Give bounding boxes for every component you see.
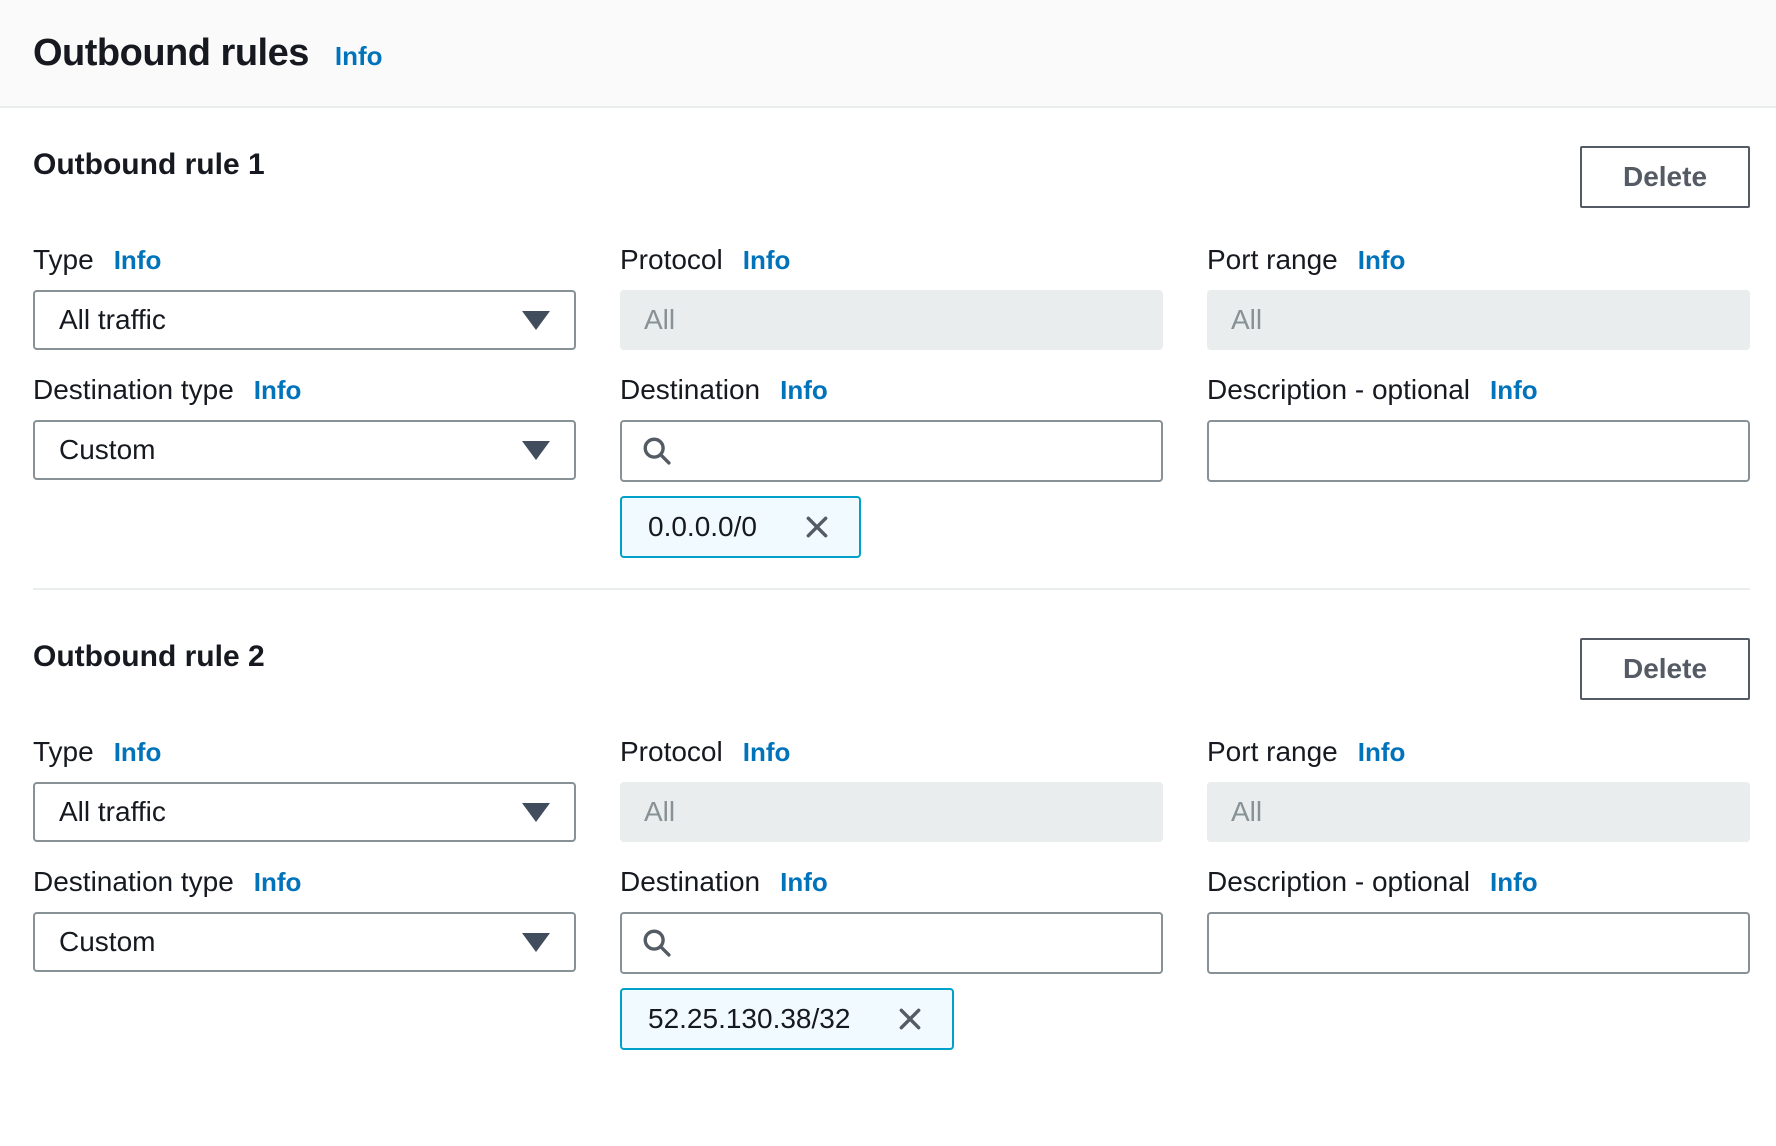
- rule-1-destination-tags: 0.0.0.0/0: [620, 482, 1163, 558]
- chevron-down-icon: [522, 441, 550, 460]
- rule-2-destination-tags: 52.25.130.38/32: [620, 974, 1163, 1050]
- close-icon: [894, 1003, 926, 1035]
- rule-2-delete-button[interactable]: Delete: [1580, 638, 1750, 700]
- outbound-rule-2-section: Outbound rule 2 Delete Type Info All tra…: [33, 638, 1750, 1050]
- destination-type-info-link[interactable]: Info: [254, 868, 302, 896]
- destination-type-select-value: Custom: [59, 926, 155, 958]
- rule-2-port-range-group: Port range Info All: [1207, 738, 1750, 842]
- rule-1-port-range-group: Port range Info All: [1207, 246, 1750, 350]
- protocol-label: Protocol: [620, 246, 723, 274]
- protocol-label: Protocol: [620, 738, 723, 766]
- remove-destination-button[interactable]: [894, 1003, 926, 1035]
- chevron-down-icon: [522, 803, 550, 822]
- rule-1-destination-type-group: Destination type Info Custom: [33, 350, 576, 482]
- protocol-info-link[interactable]: Info: [743, 738, 791, 766]
- rule-2-destination-type-group: Destination type Info Custom: [33, 842, 576, 974]
- destination-tag: 52.25.130.38/32: [620, 988, 954, 1050]
- rule-2-destination-group: Destination Info: [620, 842, 1163, 974]
- type-select-value: All traffic: [59, 796, 166, 828]
- description-info-link[interactable]: Info: [1490, 376, 1538, 404]
- close-icon: [801, 511, 833, 543]
- search-icon: [640, 434, 674, 468]
- rule-1-delete-button[interactable]: Delete: [1580, 146, 1750, 208]
- protocol-field-value: All: [644, 304, 675, 336]
- outbound-rules-content: Outbound rule 1 Delete Type Info All tra…: [0, 146, 1776, 1050]
- outbound-rules-info-link[interactable]: Info: [335, 41, 383, 72]
- type-select-value: All traffic: [59, 304, 166, 336]
- destination-type-info-link[interactable]: Info: [254, 376, 302, 404]
- rule-1-type-group: Type Info All traffic: [33, 246, 576, 350]
- description-info-link[interactable]: Info: [1490, 868, 1538, 896]
- destination-info-link[interactable]: Info: [780, 376, 828, 404]
- rule-2-protocol-field: All: [620, 782, 1163, 842]
- rule-2-type-select[interactable]: All traffic: [33, 782, 576, 842]
- rule-2-heading: Outbound rule 2: [33, 640, 265, 674]
- outbound-rule-1-section: Outbound rule 1 Delete Type Info All tra…: [33, 146, 1750, 558]
- destination-type-select-value: Custom: [59, 434, 155, 466]
- protocol-field-value: All: [644, 796, 675, 828]
- rule-2-destination-type-select[interactable]: Custom: [33, 912, 576, 972]
- rule-2-protocol-group: Protocol Info All: [620, 738, 1163, 842]
- port-range-label: Port range: [1207, 246, 1338, 274]
- destination-tag-value: 52.25.130.38/32: [648, 1003, 850, 1035]
- rule-2-destination-search[interactable]: [620, 912, 1163, 974]
- protocol-info-link[interactable]: Info: [743, 246, 791, 274]
- destination-search-input[interactable]: [688, 435, 1143, 467]
- rule-1-heading: Outbound rule 1: [33, 148, 265, 182]
- port-range-field-value: All: [1231, 304, 1262, 336]
- type-label: Type: [33, 246, 94, 274]
- rule-1-destination-type-select[interactable]: Custom: [33, 420, 576, 480]
- rule-1-destination-group: Destination Info: [620, 350, 1163, 482]
- rule-1-description-input[interactable]: [1207, 420, 1750, 482]
- outbound-rules-header: Outbound rules Info: [0, 0, 1776, 108]
- rule-1-protocol-field: All: [620, 290, 1163, 350]
- port-range-label: Port range: [1207, 738, 1338, 766]
- destination-label: Destination: [620, 376, 760, 404]
- rule-2-type-group: Type Info All traffic: [33, 738, 576, 842]
- destination-type-label: Destination type: [33, 868, 234, 896]
- rule-2-description-group: Description - optional Info: [1207, 842, 1750, 974]
- rule-1-protocol-group: Protocol Info All: [620, 246, 1163, 350]
- destination-info-link[interactable]: Info: [780, 868, 828, 896]
- description-label: Description - optional: [1207, 376, 1470, 404]
- type-info-link[interactable]: Info: [114, 246, 162, 274]
- type-info-link[interactable]: Info: [114, 738, 162, 766]
- rule-1-destination-search[interactable]: [620, 420, 1163, 482]
- rule-2-port-range-field: All: [1207, 782, 1750, 842]
- rule-1-type-select[interactable]: All traffic: [33, 290, 576, 350]
- destination-tag: 0.0.0.0/0: [620, 496, 861, 558]
- rule-1-description-group: Description - optional Info: [1207, 350, 1750, 482]
- search-icon: [640, 926, 674, 960]
- description-label: Description - optional: [1207, 868, 1470, 896]
- rule-2-description-input[interactable]: [1207, 912, 1750, 974]
- port-range-field-value: All: [1231, 796, 1262, 828]
- chevron-down-icon: [522, 933, 550, 952]
- destination-search-input[interactable]: [688, 927, 1143, 959]
- chevron-down-icon: [522, 311, 550, 330]
- destination-tag-value: 0.0.0.0/0: [648, 511, 757, 543]
- type-label: Type: [33, 738, 94, 766]
- port-range-info-link[interactable]: Info: [1358, 246, 1406, 274]
- remove-destination-button[interactable]: [801, 511, 833, 543]
- rule-1-port-range-field: All: [1207, 290, 1750, 350]
- destination-type-label: Destination type: [33, 376, 234, 404]
- page-title: Outbound rules: [33, 32, 309, 75]
- port-range-info-link[interactable]: Info: [1358, 738, 1406, 766]
- destination-label: Destination: [620, 868, 760, 896]
